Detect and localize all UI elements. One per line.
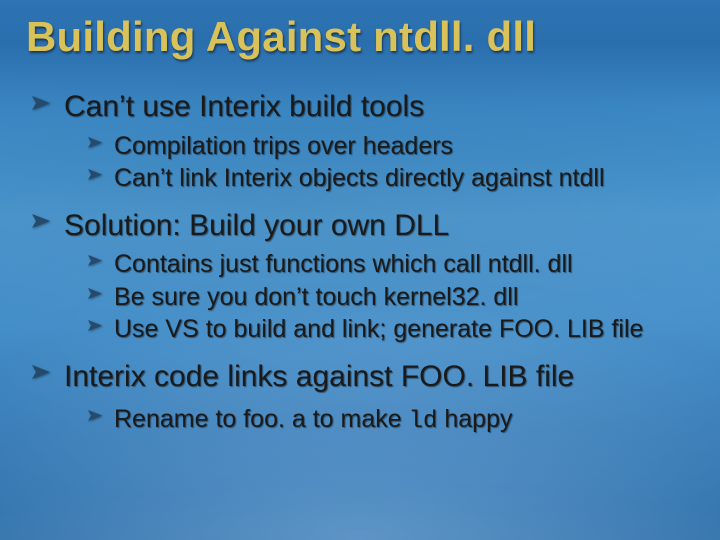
- bullet-text: Can’t use Interix build tools: [64, 89, 424, 124]
- arrow-icon: [88, 137, 102, 148]
- bullet-text: Be sure you don’t touch kernel32. dll: [114, 282, 518, 313]
- arrow-icon: [88, 169, 102, 180]
- bullet-level2: Contains just functions which call ntdll…: [88, 249, 694, 280]
- arrow-icon: [32, 365, 50, 379]
- bullet-level2: Compilation trips over headers: [88, 131, 694, 162]
- bullet-level1: Solution: Build your own DLL: [32, 208, 694, 243]
- bullet-level2: Use VS to build and link; generate FOO. …: [88, 314, 694, 345]
- code-ld: ld: [409, 408, 438, 435]
- bullet-text: Solution: Build your own DLL: [64, 208, 449, 243]
- bullet-text-post: happy: [437, 405, 512, 433]
- bullet-level1: Can’t use Interix build tools: [32, 89, 694, 124]
- bullet-text: Interix code links against FOO. LIB file: [64, 359, 574, 394]
- bullet-text: Contains just functions which call ntdll…: [114, 249, 573, 280]
- bullet-level2: Be sure you don’t touch kernel32. dll: [88, 282, 694, 313]
- bullet-text: Compilation trips over headers: [114, 131, 453, 162]
- arrow-icon: [88, 288, 102, 299]
- bullet-text: Use VS to build and link; generate FOO. …: [114, 314, 643, 345]
- slide: Building Against ntdll. dll Can’t use In…: [0, 0, 720, 540]
- bullet-level2: Can’t link Interix objects directly agai…: [88, 163, 694, 194]
- arrow-icon: [32, 96, 50, 110]
- slide-title: Building Against ntdll. dll: [26, 14, 694, 59]
- arrow-icon: [88, 320, 102, 331]
- arrow-icon: [88, 410, 102, 421]
- bullet-level1: Interix code links against FOO. LIB file: [32, 359, 694, 394]
- bullet-level2: Rename to foo. a to make ld happy: [88, 404, 694, 436]
- arrow-icon: [32, 214, 50, 228]
- bullet-text: Rename to foo. a to make ld happy: [114, 404, 512, 436]
- bullet-text-pre: Rename to foo. a to make: [114, 405, 409, 433]
- bullet-text: Can’t link Interix objects directly agai…: [114, 163, 605, 194]
- arrow-icon: [88, 255, 102, 266]
